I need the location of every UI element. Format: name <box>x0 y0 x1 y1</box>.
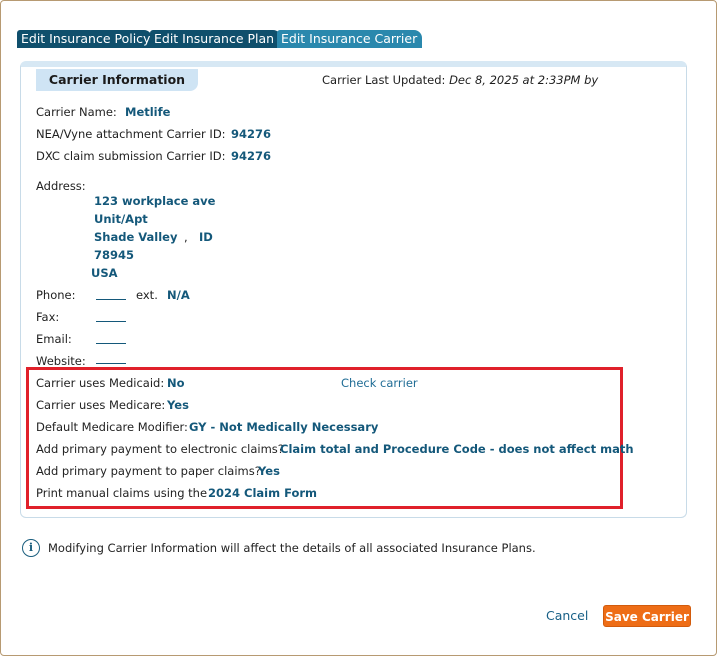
paper-claims-label: Add primary payment to paper claims? <box>36 464 261 478</box>
print-claims-value: 2024 Claim Form <box>208 486 318 500</box>
last-updated-label: Carrier Last Updated: <box>322 73 446 87</box>
fax-label: Fax: <box>36 310 60 324</box>
tab-edit-insurance-plan[interactable]: Edit Insurance Plan <box>150 30 281 48</box>
address-zip: 78945 <box>94 248 135 262</box>
carrier-name-value: Metlife <box>125 105 171 119</box>
medicare-modifier-value: GY - Not Medically Necessary <box>189 420 379 434</box>
check-carrier-link[interactable]: Check carrier <box>341 376 418 390</box>
address-comma: , <box>184 230 188 244</box>
save-carrier-button[interactable]: Save Carrier <box>603 605 691 627</box>
address-country: USA <box>91 266 118 280</box>
fax-value <box>96 321 126 322</box>
phone-label: Phone: <box>36 288 76 302</box>
address-line1: 123 workplace ave <box>94 194 216 208</box>
medicare-value: Yes <box>167 398 189 412</box>
dxc-carrier-id-value: 94276 <box>231 149 272 163</box>
info-icon: i <box>22 539 40 557</box>
email-label: Email: <box>36 332 72 346</box>
print-claims-label: Print manual claims using the <box>36 486 208 500</box>
carrier-name-label: Carrier Name: <box>36 105 117 119</box>
medicaid-value: No <box>167 376 185 390</box>
medicaid-label: Carrier uses Medicaid: <box>36 376 165 390</box>
section-title: Carrier Information <box>36 69 198 91</box>
website-value <box>96 363 126 364</box>
website-label: Website: <box>36 354 86 368</box>
electronic-claims-label: Add primary payment to electronic claims… <box>36 442 284 456</box>
nea-carrier-id-value: 94276 <box>231 127 272 141</box>
medicare-label: Carrier uses Medicare: <box>36 398 166 412</box>
address-state: ID <box>199 230 213 244</box>
tab-edit-insurance-carrier[interactable]: Edit Insurance Carrier <box>277 30 422 48</box>
last-updated: Carrier Last Updated: Dec 8, 2025 at 2:3… <box>322 73 598 87</box>
dxc-carrier-id-label: DXC claim submission Carrier ID: <box>36 149 226 163</box>
address-line2: Unit/Apt <box>94 212 148 226</box>
address-city: Shade Valley <box>94 230 178 244</box>
ext-label: ext. <box>136 288 158 302</box>
paper-claims-value: Yes <box>258 464 280 478</box>
cancel-button[interactable]: Cancel <box>546 608 588 623</box>
last-updated-value: Dec 8, 2025 at 2:33PM by <box>449 73 599 87</box>
nea-carrier-id-label: NEA/Vyne attachment Carrier ID: <box>36 127 226 141</box>
address-label: Address: <box>36 179 86 193</box>
info-message: Modifying Carrier Information will affec… <box>48 541 536 555</box>
electronic-claims-value: Claim total and Procedure Code - does no… <box>280 442 634 456</box>
email-value <box>96 343 126 344</box>
phone-value <box>96 299 126 300</box>
ext-value: N/A <box>167 288 190 302</box>
medicare-modifier-label: Default Medicare Modifier: <box>36 420 188 434</box>
tab-edit-insurance-policy[interactable]: Edit Insurance Policy <box>17 30 152 48</box>
